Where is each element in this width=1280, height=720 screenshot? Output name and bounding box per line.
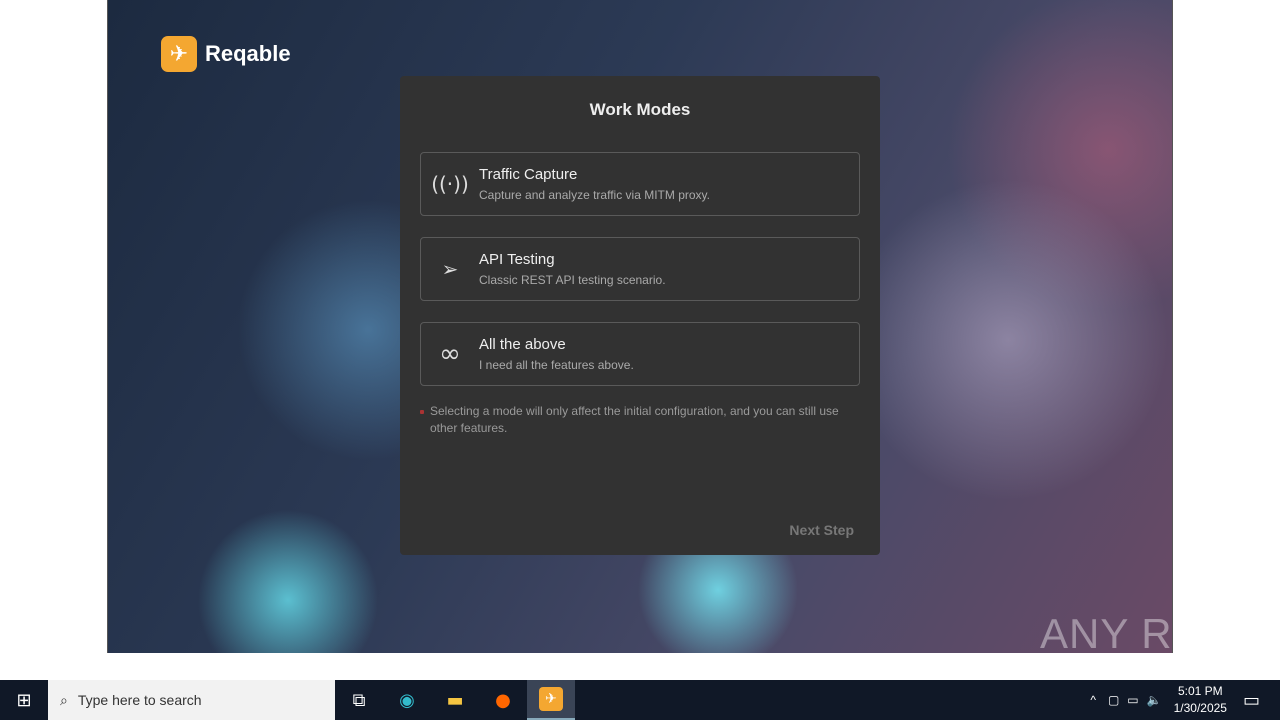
edge-icon[interactable]: ◉ bbox=[383, 680, 431, 720]
volume-icon[interactable]: 🔈 bbox=[1147, 693, 1162, 707]
hummingbird-icon: ✈ bbox=[161, 36, 197, 72]
search-placeholder: Type here to search bbox=[77, 692, 202, 708]
note-text: Selecting a mode will only affect the in… bbox=[430, 404, 839, 435]
mode-api-testing[interactable]: ➢ API Testing Classic REST API testing sc… bbox=[420, 237, 860, 301]
mode-title: Traffic Capture bbox=[479, 166, 578, 183]
app-window: ✈ Reqable Work Modes ((·)) Traffic Captu… bbox=[107, 0, 1173, 653]
date: 1/30/2025 bbox=[1173, 701, 1227, 715]
chevron-up-icon[interactable]: ^ bbox=[1090, 693, 1096, 707]
paper-plane-icon: ➢ bbox=[441, 257, 459, 281]
mode-desc: Classic REST API testing scenario. bbox=[479, 273, 666, 287]
taskbar: ⊞ ⌕ Type here to search ⧉ ◉ ▬ ● ✈ ^ ▢ ▭ 🔈… bbox=[0, 680, 1280, 720]
app-name: Reqable bbox=[205, 41, 291, 66]
bullet-icon bbox=[420, 410, 424, 414]
notification-icon[interactable]: ▭ bbox=[1243, 690, 1260, 711]
mode-traffic-capture[interactable]: ((·)) Traffic Capture Capture and analyze… bbox=[420, 152, 860, 216]
mode-desc: I need all the features above. bbox=[479, 358, 634, 372]
file-explorer-icon[interactable]: ▬ bbox=[431, 680, 479, 720]
network-icon[interactable]: ▭ bbox=[1127, 693, 1138, 707]
mode-title: All the above bbox=[479, 336, 566, 353]
next-step-button[interactable]: Next Step bbox=[789, 522, 854, 538]
search-box[interactable]: ⌕ Type here to search bbox=[48, 680, 335, 720]
search-icon: ⌕ bbox=[60, 691, 68, 708]
mode-desc: Capture and analyze traffic via MITM pro… bbox=[479, 188, 710, 202]
mode-all[interactable]: ∞ All the above I need all the features a… bbox=[420, 322, 860, 386]
note: Selecting a mode will only affect the in… bbox=[420, 403, 850, 437]
firefox-icon[interactable]: ● bbox=[479, 680, 527, 720]
logo: ✈ Reqable bbox=[161, 36, 291, 72]
time: 5:01 PM bbox=[1177, 684, 1223, 698]
system-tray: ^ ▢ ▭ 🔈 5:01 PM 1/30/2025 ▭ bbox=[1082, 680, 1280, 720]
watermark: ANY RUN bbox=[1040, 610, 1236, 657]
windows-start-icon[interactable]: ⊞ bbox=[0, 680, 48, 720]
reqable-taskbar-icon[interactable]: ✈ bbox=[527, 680, 575, 720]
broadcast-icon: ((·)) bbox=[431, 172, 469, 196]
dialog-title: Work Modes bbox=[589, 100, 691, 119]
camera-icon[interactable]: ▢ bbox=[1108, 693, 1119, 707]
clock[interactable]: 5:01 PM 1/30/2025 bbox=[1174, 683, 1227, 717]
work-modes-dialog: Work Modes ((·)) Traffic Capture Capture … bbox=[400, 76, 880, 555]
mode-title: API Testing bbox=[479, 251, 555, 268]
task-view-icon[interactable]: ⧉ bbox=[335, 680, 383, 720]
infinity-icon: ∞ bbox=[439, 339, 461, 369]
